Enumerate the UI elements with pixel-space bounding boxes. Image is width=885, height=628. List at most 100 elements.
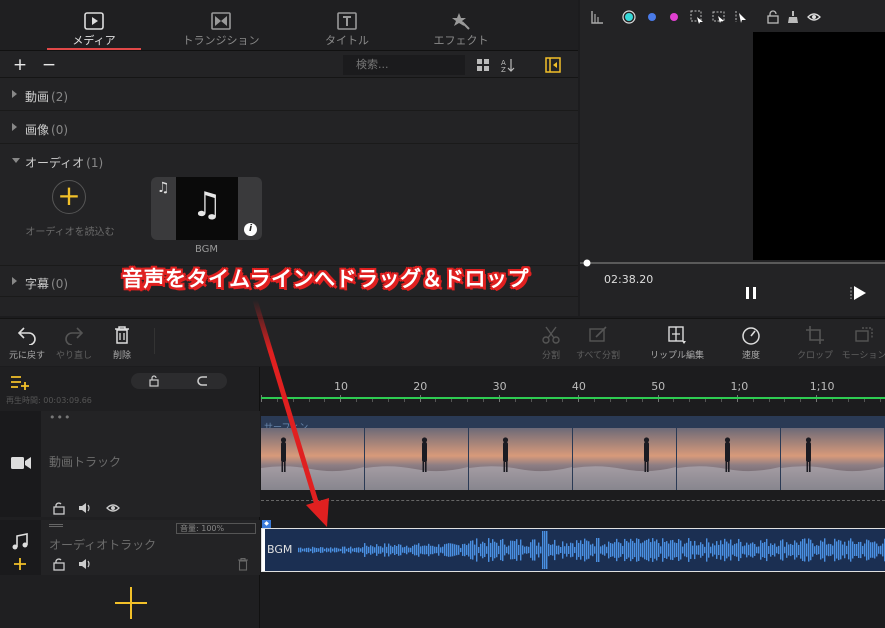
waveform-bar bbox=[848, 540, 850, 560]
waveform-bar bbox=[520, 539, 522, 561]
lock-toggle[interactable] bbox=[131, 373, 227, 389]
select-multi-icon[interactable] bbox=[712, 10, 726, 24]
color-magenta-icon[interactable] bbox=[667, 10, 681, 24]
video-frame-thumbnail bbox=[261, 428, 364, 490]
waveform-bar bbox=[576, 540, 578, 560]
waveform-bar bbox=[866, 539, 868, 561]
ruler-label: 10 bbox=[334, 380, 348, 393]
info-icon[interactable]: i bbox=[244, 223, 257, 236]
speaker-icon[interactable] bbox=[78, 557, 92, 571]
color-blue-icon[interactable] bbox=[645, 10, 659, 24]
audio-track-label: オーディオトラック bbox=[49, 538, 157, 552]
waveform-bar bbox=[540, 546, 542, 554]
waveform-bar bbox=[838, 539, 840, 561]
pause-icon[interactable] bbox=[743, 285, 759, 301]
remove-media-button[interactable]: − bbox=[39, 55, 59, 75]
delete-button[interactable]: 削除 bbox=[94, 325, 150, 361]
video-clip[interactable]: サーフィン bbox=[261, 416, 885, 490]
audio-clip[interactable]: BGM bbox=[261, 528, 885, 572]
add-track-plus-icon[interactable] bbox=[115, 587, 147, 619]
waveform-bar bbox=[578, 542, 580, 558]
waveform-bar bbox=[664, 542, 666, 558]
music-note-icon bbox=[12, 533, 28, 550]
tab-effect[interactable]: エフェクト bbox=[406, 0, 516, 51]
lock-icon[interactable] bbox=[766, 10, 780, 24]
motion-button[interactable]: モーション bbox=[836, 325, 885, 361]
sort-icon[interactable]: AZ bbox=[501, 57, 515, 73]
waveform-bar bbox=[668, 543, 670, 557]
lock-icon[interactable] bbox=[52, 501, 66, 515]
waveform-bar bbox=[830, 544, 832, 556]
add-media-button[interactable]: + bbox=[10, 55, 30, 75]
waveform-bar bbox=[338, 548, 340, 552]
add-track-icon[interactable] bbox=[10, 374, 30, 390]
category-video[interactable]: 動画 (2) bbox=[0, 79, 578, 111]
waveform-bar bbox=[462, 544, 464, 556]
ruler-icon[interactable] bbox=[590, 10, 604, 24]
waveform-bar bbox=[326, 547, 328, 553]
import-audio-button[interactable]: + オーディオを読込む bbox=[14, 177, 126, 243]
add-audio-icon[interactable] bbox=[14, 558, 26, 570]
waveform-bar bbox=[584, 538, 586, 562]
color-cyan-icon[interactable] bbox=[622, 10, 636, 24]
tab-media[interactable]: メディア bbox=[39, 0, 149, 51]
transition-icon bbox=[211, 12, 231, 30]
waveform-bar bbox=[616, 538, 618, 562]
trash-icon[interactable] bbox=[236, 557, 250, 571]
select-pointer-icon[interactable] bbox=[734, 10, 748, 24]
effect-icon bbox=[452, 13, 470, 30]
speaker-icon[interactable] bbox=[78, 501, 92, 515]
waveform-bar bbox=[636, 538, 638, 562]
track-menu-icon[interactable]: ••• bbox=[49, 411, 71, 424]
bgm-media-item[interactable]: ♫ ♫ i bbox=[151, 177, 262, 240]
preview-screen[interactable] bbox=[753, 32, 885, 260]
clip-trim-handle[interactable] bbox=[262, 529, 265, 571]
waveform-bar bbox=[450, 543, 452, 557]
tab-title[interactable]: タイトル bbox=[292, 0, 402, 51]
play-next-frame-icon[interactable] bbox=[850, 285, 868, 301]
tab-transition[interactable]: トランジション bbox=[166, 0, 276, 51]
waveform-bar bbox=[542, 531, 544, 569]
waveform-bar bbox=[832, 545, 834, 555]
waveform-bar bbox=[652, 538, 654, 562]
clean-icon[interactable] bbox=[786, 10, 800, 24]
crop-label: クロップ bbox=[796, 351, 833, 361]
waveform-bar bbox=[416, 544, 418, 556]
category-image[interactable]: 画像 (0) bbox=[0, 112, 578, 144]
seek-handle[interactable] bbox=[583, 259, 591, 267]
waveform-bar bbox=[356, 547, 358, 553]
waveform-bar bbox=[588, 541, 590, 559]
split-all-button[interactable]: すべて分割 bbox=[570, 325, 626, 361]
waveform-bar bbox=[524, 546, 526, 554]
waveform-bar bbox=[618, 542, 620, 558]
waveform-bar bbox=[606, 546, 608, 554]
speed-button[interactable]: 速度 bbox=[723, 325, 779, 361]
waveform-bar bbox=[400, 544, 402, 556]
eye-icon[interactable] bbox=[106, 501, 120, 515]
waveform-bar bbox=[310, 548, 312, 552]
waveform-bar bbox=[470, 540, 472, 560]
crop-button[interactable]: クロップ bbox=[787, 325, 843, 361]
waveform-bar bbox=[354, 547, 356, 553]
waveform-bar bbox=[454, 544, 456, 556]
waveform-bar bbox=[560, 546, 562, 554]
lock-icon[interactable] bbox=[52, 557, 66, 571]
ripple-edit-button[interactable]: リップル編集 bbox=[647, 325, 707, 361]
category-audio[interactable]: オーディオ (1) bbox=[0, 145, 578, 177]
volume-control[interactable]: 音量: 100% bbox=[176, 523, 256, 534]
waveform-bar bbox=[514, 541, 516, 559]
waveform-bar bbox=[622, 545, 624, 555]
waveform-bar bbox=[352, 548, 354, 552]
search-input[interactable]: 検索... bbox=[343, 55, 465, 75]
grid-view-icon[interactable] bbox=[477, 59, 489, 71]
waveform-bar bbox=[772, 544, 774, 556]
select-area-icon[interactable] bbox=[690, 10, 704, 24]
eye-icon[interactable] bbox=[807, 10, 821, 24]
panel-toggle-icon[interactable] bbox=[545, 57, 561, 73]
drag-handle-icon[interactable] bbox=[49, 524, 63, 527]
waveform-bar bbox=[490, 542, 492, 558]
preview-seekbar[interactable] bbox=[580, 262, 885, 264]
waveform-bar bbox=[442, 546, 444, 554]
waveform-bar bbox=[408, 547, 410, 553]
waveform-bar bbox=[316, 547, 318, 553]
